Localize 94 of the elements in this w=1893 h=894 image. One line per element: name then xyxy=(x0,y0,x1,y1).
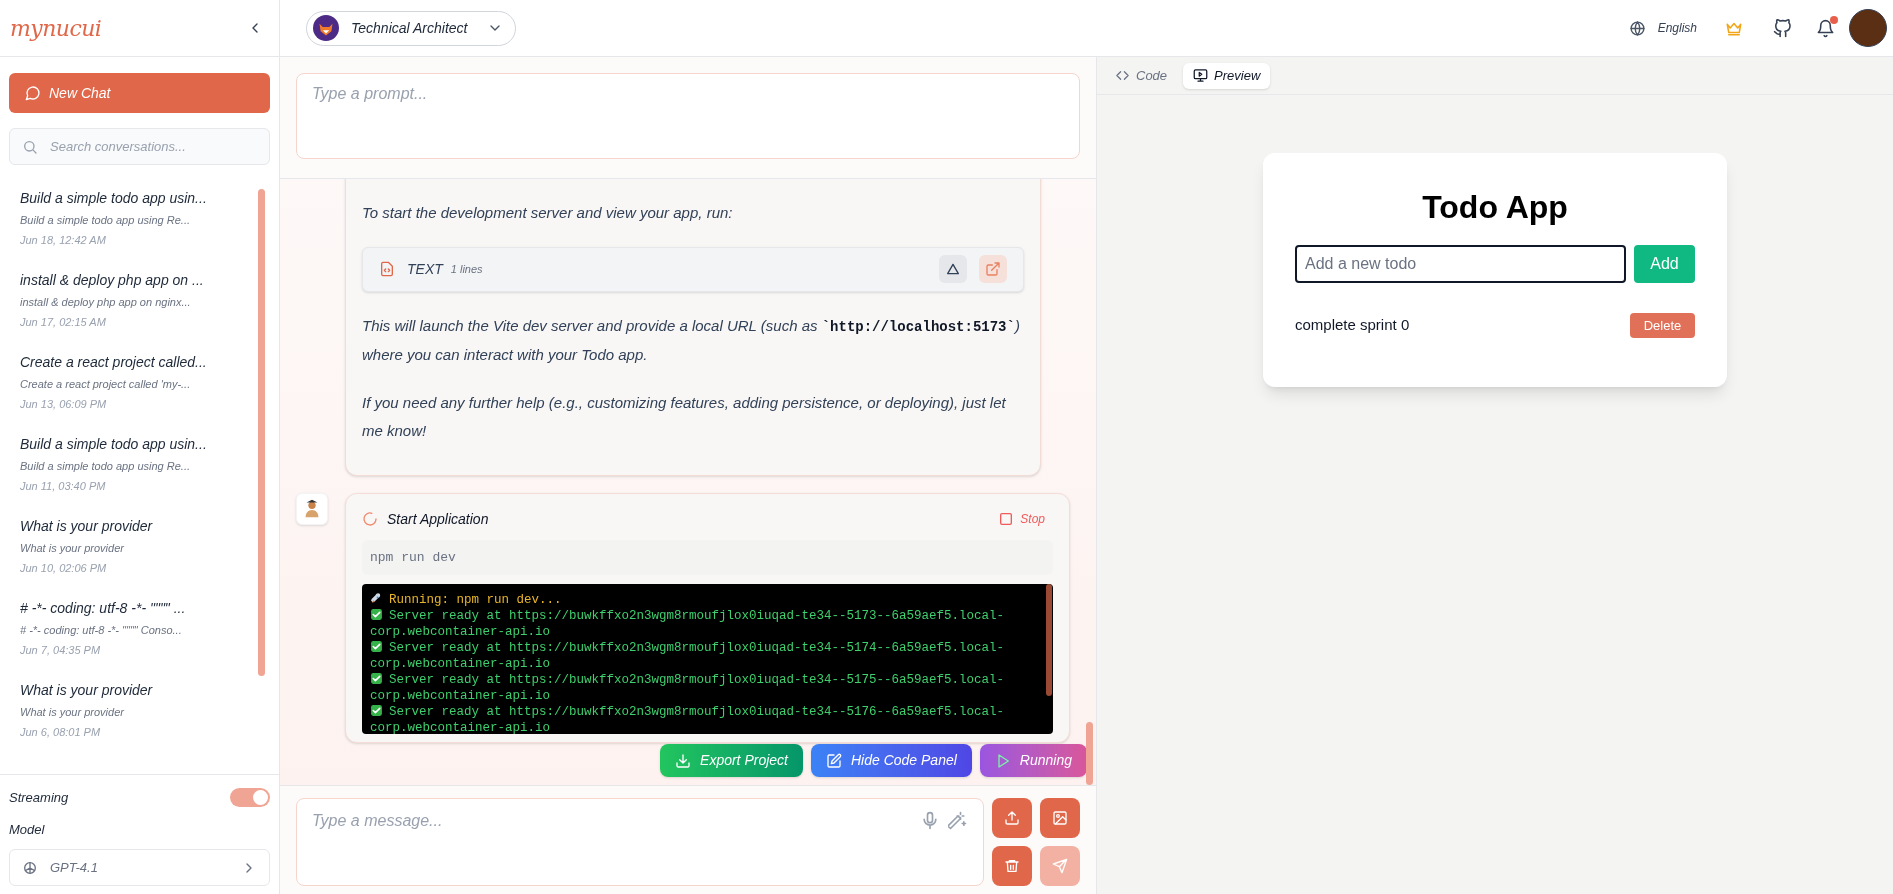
conversation-preview: What is your provider xyxy=(20,705,125,720)
conversation-item[interactable]: What is your provider What is your provider Jun 6, 08:01 PM xyxy=(20,669,255,751)
terminal-scrollbar-thumb[interactable] xyxy=(1046,584,1052,696)
todo-text: complete sprint 0 xyxy=(1295,315,1410,336)
chat-bubble-icon xyxy=(25,85,41,101)
language-button[interactable]: English xyxy=(1628,19,1697,37)
pencil-square-icon xyxy=(826,752,842,769)
download-icon xyxy=(675,752,692,769)
upload-icon xyxy=(1004,810,1020,826)
conversation-date: Jun 13, 06:09 PM xyxy=(20,396,108,412)
conversation-title: What is your provider xyxy=(20,517,154,536)
conversation-title: Create a react project called... xyxy=(20,353,208,372)
conversation-item[interactable]: Create a react project called... Create a react project called 'my-... Jun 13, 06:09 PM xyxy=(20,341,255,423)
hide-button[interactable]: Hide Code Panel xyxy=(811,744,972,777)
open-button[interactable] xyxy=(979,255,1007,283)
github-icon xyxy=(1773,18,1792,38)
rocket-icon xyxy=(370,592,383,605)
terminal-line: Server ready at https://buwkffxo2n3wgm8rmoufjlox0iuqad-te34--5174--6a59aef5.local-corp.webcontainer-api.io xyxy=(370,640,1006,672)
conversation-item[interactable]: What is your provider What is your provider Jun 10, 02:06 PM xyxy=(20,505,255,587)
terminal-line: Server ready at https://buwkffxo2n3wgm8rmoufjlox0iuqad-te34--5173--6a59aef5.local-corp.webcontainer-api.io xyxy=(370,608,1006,640)
conversation-preview: Build a simple todo app using Re... xyxy=(20,459,191,474)
message-text: If you need any further help (e.g., customizing features, adding persistence, or deploying), just let me know! xyxy=(362,392,1007,441)
conversation-item[interactable]: Build a simple todo app usin... Build a simple todo app using Re... Jun 18, 12:42 AM xyxy=(20,177,255,259)
prompt-field[interactable]: Type a prompt... xyxy=(296,73,1080,159)
scrollbar-thumb[interactable] xyxy=(258,189,265,676)
microphone-icon[interactable] xyxy=(920,811,940,831)
conversation-date: Jun 11, 03:40 PM xyxy=(20,478,107,494)
conversation-date: Jun 10, 02:06 PM xyxy=(20,560,108,576)
code-file-icon xyxy=(379,261,395,277)
search-field[interactable]: Search conversations... xyxy=(50,129,257,164)
conversation-date: Jun 17, 02:15 AM xyxy=(20,314,107,330)
github-button[interactable] xyxy=(1773,18,1792,38)
code-brackets-icon xyxy=(1115,68,1130,83)
panel-tab[interactable]: Code xyxy=(1105,62,1178,89)
magic-wand-icon[interactable] xyxy=(948,811,968,831)
conversation-preview: Create a react project called 'my-... xyxy=(20,377,192,392)
conversation-date: Jun 7, 04:35 PM xyxy=(20,642,102,658)
conversation-title: Build a simple todo app usin... xyxy=(20,189,208,208)
collapse-button[interactable] xyxy=(939,255,967,283)
model-select[interactable]: GPT-4.1 xyxy=(9,849,270,886)
conversation-item[interactable]: # -*- coding: utf-8 -*- """" ... # -*- coding: utf-8 -*- """" Conso... Jun 7, 04:35 PM xyxy=(20,587,255,669)
globe-icon xyxy=(1628,19,1646,37)
check-icon xyxy=(370,640,383,653)
scrollbar-thumb[interactable] xyxy=(1086,722,1093,785)
check-icon xyxy=(370,704,383,717)
user-avatar[interactable] xyxy=(1849,9,1887,47)
model-name: GPT-4.1 xyxy=(50,858,99,877)
conversation-date: Jun 18, 12:42 AM xyxy=(20,232,107,248)
command-text: npm run dev xyxy=(362,539,1053,575)
bell-icon xyxy=(1816,18,1835,38)
message-box[interactable]: Type a message... xyxy=(296,798,984,886)
send-icon xyxy=(1052,858,1068,874)
conversation-title: Build a simple todo app usin... xyxy=(20,435,208,454)
image-button[interactable] xyxy=(1040,798,1080,838)
terminal-line: Server ready at https://buwkffxo2n3wgm8rmoufjlox0iuqad-te34--5175--6a59aef5.local-corp.webcontainer-api.io xyxy=(370,672,1006,704)
image-icon xyxy=(1052,810,1068,826)
notifications-button[interactable] xyxy=(1816,18,1835,38)
monitor-play-icon xyxy=(1193,68,1209,83)
search-box[interactable]: Search conversations... xyxy=(9,128,270,165)
terminal-line: Server ready at https://buwkffxo2n3wgm8rmoufjlox0iuqad-te34--5176--6a59aef5.local-corp.webcontainer-api.io xyxy=(370,704,1006,734)
conversation-title: # -*- coding: utf-8 -*- """" ... xyxy=(20,599,187,618)
conversation-date: Jun 6, 08:01 PM xyxy=(20,724,102,740)
message-text: To start the development server and view your app, run: xyxy=(362,203,734,223)
conversation-preview: What is your provider xyxy=(20,541,125,556)
todo-input-field[interactable]: Add a new todo xyxy=(1295,245,1626,283)
line-count: 1 lines xyxy=(450,261,483,277)
delete-button[interactable] xyxy=(992,846,1032,886)
external-link-icon xyxy=(985,261,1001,277)
conversation-preview: Build a simple todo app using Re... xyxy=(20,213,191,228)
terminal-line: Running: npm run dev... xyxy=(370,592,1039,608)
app-logo: mynucui xyxy=(10,14,102,43)
check-icon xyxy=(370,672,383,685)
upload-button[interactable] xyxy=(992,798,1032,838)
trash-icon xyxy=(1004,858,1020,874)
fox-avatar-icon xyxy=(313,15,339,41)
conversation-item[interactable]: install & deploy php app on ... install & deploy php app on nginx... Jun 17, 02:15 AM xyxy=(20,259,255,341)
code-language: TEXT xyxy=(407,259,443,279)
model-label: Model xyxy=(9,820,46,839)
streaming-toggle[interactable] xyxy=(230,788,270,808)
task-title: Start Application xyxy=(387,509,489,529)
search-icon xyxy=(22,138,38,155)
panel-tab[interactable]: Preview xyxy=(1183,62,1271,89)
spinner-icon xyxy=(362,511,378,527)
conversation-item[interactable]: Build a simple todo app usin... Build a simple todo app using Re... Jun 11, 03:40 PM xyxy=(20,423,255,505)
check-icon xyxy=(370,608,383,621)
conversation-preview: # -*- coding: utf-8 -*- """" Conso... xyxy=(20,623,183,638)
triangle-icon xyxy=(945,261,961,277)
conversation-title: install & deploy php app on ... xyxy=(20,271,205,290)
app-title: Todo App xyxy=(1421,188,1569,227)
conversation-title: What is your provider xyxy=(20,681,154,700)
conversation-preview: install & deploy php app on nginx... xyxy=(20,295,192,310)
streaming-label: Streaming xyxy=(9,789,69,807)
message-text: This will launch the Vite dev server and provide a local URL (such as `http://localhost:5173`) where you can interact with your Todo app. xyxy=(362,315,1021,365)
stop-icon xyxy=(998,511,1015,527)
